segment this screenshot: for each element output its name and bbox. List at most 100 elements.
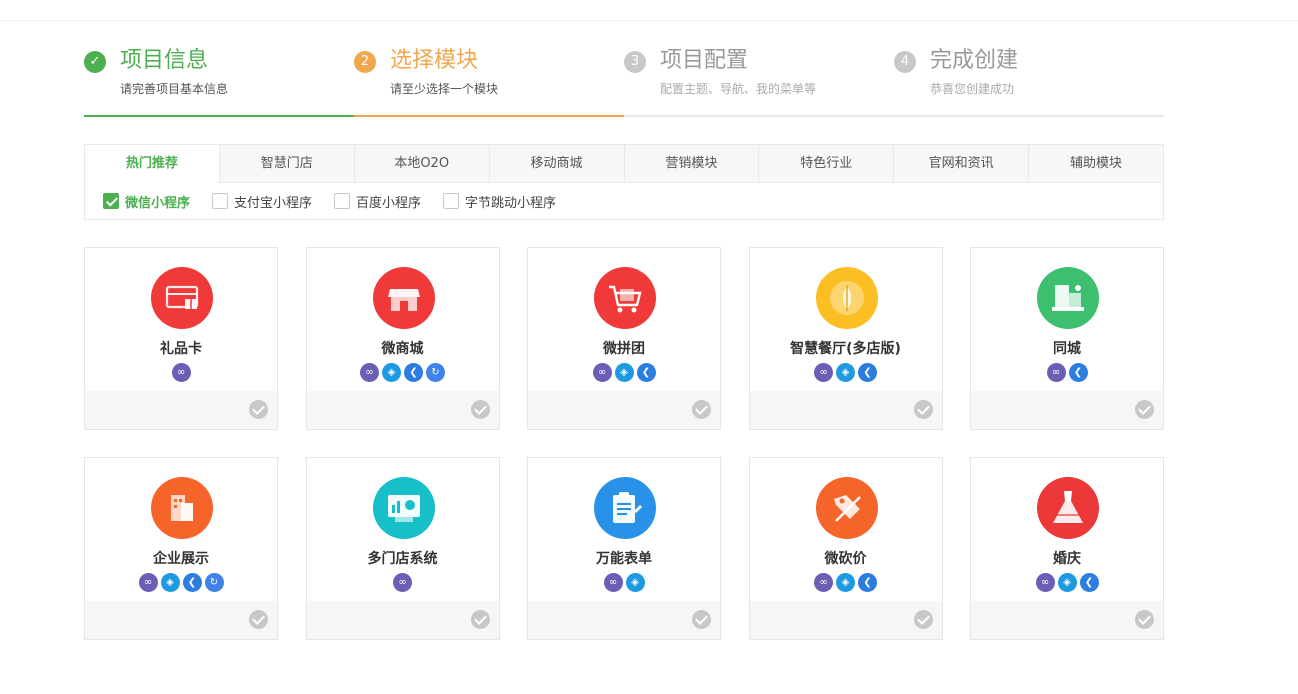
step-subtitle: 请完善项目基本信息 [120,82,229,96]
module-card[interactable]: 万能表单 ∞ ◈ [527,457,721,640]
platform-badges: ∞ ◈ ❮ [750,573,942,592]
platform-badges: ∞ ◈ ❮ ↻ [85,573,277,592]
top-divider [0,20,1298,21]
platform-filter: 微信小程序 支付宝小程序 百度小程序 字节跳动小程序 [85,183,1163,219]
platform-wechat[interactable]: 微信小程序 [103,192,190,211]
module-card[interactable]: 企业展示 ∞ ◈ ❮ ↻ [84,457,278,640]
step-progress: ✓ 项目信息 请完善项目基本信息 2 选择模块 请至少选择一个模块 3 项目配置… [84,46,1164,118]
card-footer [749,391,942,429]
module-card[interactable]: 微砍价 ∞ ◈ ❮ [748,457,943,640]
platform-bytedance[interactable]: 字节跳动小程序 [443,192,556,211]
wedding-dress-icon [1037,477,1099,539]
check-circle-icon[interactable] [913,610,933,629]
check-circle-icon[interactable] [470,400,490,419]
alipay-miniprogram-icon: ◈ [836,573,855,592]
step-number: 3 [624,51,646,73]
step-select-module[interactable]: 2 选择模块 请至少选择一个模块 [354,46,624,117]
tab-local-o2o[interactable]: 本地O2O [355,145,490,182]
wechat-miniprogram-icon: ∞ [360,363,379,382]
check-circle-icon[interactable] [913,400,933,419]
alipay-miniprogram-icon: ◈ [160,573,180,592]
check-circle-icon[interactable] [249,610,268,629]
check-icon: ✓ [84,51,106,73]
checkbox[interactable] [334,193,351,209]
module-card[interactable]: 婚庆 ∞ ◈ ❮ [970,457,1164,640]
checkbox[interactable] [103,193,119,209]
step-subtitle: 恭喜您创建成功 [930,82,1015,96]
bytedance-miniprogram-icon: ↻ [204,573,224,592]
step-finish[interactable]: 4 完成创建 恭喜您创建成功 [894,46,1164,117]
tab-auxiliary[interactable]: 辅助模块 [1029,145,1163,182]
card-footer [971,601,1163,639]
check-circle-icon[interactable] [692,400,711,419]
baidu-miniprogram-icon: ❮ [1079,573,1099,592]
checkbox[interactable] [212,193,229,209]
checkbox[interactable] [443,193,460,209]
platform-label: 百度小程序 [356,195,422,211]
clipboard-icon [594,477,656,539]
tab-marketing[interactable]: 营销模块 [625,145,760,182]
category-tabs: 热门推荐 智慧门店 本地O2O 移动商城 营销模块 特色行业 官网和资讯 辅助模… [85,145,1163,183]
alipay-miniprogram-icon: ◈ [614,363,634,382]
tab-smart-store[interactable]: 智慧门店 [220,145,355,182]
module-card[interactable]: 同城 ∞ ❮ [970,247,1164,430]
card-footer [749,601,942,639]
module-filter-panel: 热门推荐 智慧门店 本地O2O 移动商城 营销模块 特色行业 官网和资讯 辅助模… [84,144,1164,220]
tab-website-news[interactable]: 官网和资讯 [894,145,1030,182]
wechat-miniprogram-icon: ∞ [1046,363,1066,382]
baidu-miniprogram-icon: ❮ [404,363,423,382]
step-project-info[interactable]: ✓ 项目信息 请完善项目基本信息 [84,46,354,117]
baidu-miniprogram-icon: ❮ [1068,363,1088,382]
chart-board-icon [372,477,435,539]
step-subtitle: 请至少选择一个模块 [390,82,499,96]
module-name: 智慧餐厅(多店版) [790,341,901,357]
module-name: 婚庆 [1053,551,1081,567]
wechat-miniprogram-icon: ∞ [592,363,612,382]
module-name: 万能表单 [596,551,652,567]
wechat-miniprogram-icon: ∞ [814,573,833,592]
module-card[interactable]: 礼品卡 ∞ [84,247,278,430]
platform-badges: ∞ ◈ ❮ [971,573,1163,592]
tab-mobile-mall[interactable]: 移动商城 [490,145,625,182]
step-project-config[interactable]: 3 项目配置 配置主题、导航、我的菜单等 [624,46,894,117]
city-icon [1037,267,1099,329]
module-card[interactable]: 微拼团 ∞ ◈ ❮ [527,247,721,430]
wechat-miniprogram-icon: ∞ [171,363,191,382]
tab-industry[interactable]: 特色行业 [759,145,895,182]
module-card[interactable]: 多门店系统 ∞ [305,457,500,640]
step-number: 4 [894,51,916,73]
card-footer [971,391,1163,429]
tab-hot[interactable]: 热门推荐 [85,145,220,183]
baidu-miniprogram-icon: ❮ [182,573,202,592]
platform-badges: ∞ ◈ ❮ [750,363,942,382]
bytedance-miniprogram-icon: ↻ [426,363,445,382]
alipay-miniprogram-icon: ◈ [1057,573,1077,592]
card-footer [528,391,720,429]
check-circle-icon[interactable] [1135,610,1154,629]
step-subtitle: 配置主题、导航、我的菜单等 [660,82,817,96]
check-circle-icon[interactable] [470,610,490,629]
platform-badges: ∞ [307,573,499,592]
card-footer [85,391,277,429]
card-footer [85,601,277,639]
check-circle-icon[interactable] [692,610,711,629]
module-card[interactable]: 智慧餐厅(多店版) ∞ ◈ ❮ [748,247,943,430]
platform-label: 支付宝小程序 [234,195,313,211]
wechat-miniprogram-icon: ∞ [393,573,412,592]
alipay-miniprogram-icon: ◈ [625,573,645,592]
storefront-icon [372,267,435,329]
shopping-cart-icon [594,267,656,329]
module-card[interactable]: 微商城 ∞ ◈ ❮ ↻ [305,247,500,430]
check-circle-icon[interactable] [1135,400,1154,419]
gift-card-icon [151,267,213,329]
alipay-miniprogram-icon: ◈ [836,363,855,382]
baidu-miniprogram-icon: ❮ [858,363,877,382]
platform-baidu[interactable]: 百度小程序 [334,192,421,211]
check-circle-icon[interactable] [249,400,268,419]
module-name: 微拼团 [603,341,645,357]
platform-badges: ∞ ❮ [971,363,1163,382]
step-title: 项目信息 [120,48,209,73]
module-name: 企业展示 [153,551,209,567]
platform-badges: ∞ ◈ [528,573,720,592]
platform-alipay[interactable]: 支付宝小程序 [212,192,312,211]
